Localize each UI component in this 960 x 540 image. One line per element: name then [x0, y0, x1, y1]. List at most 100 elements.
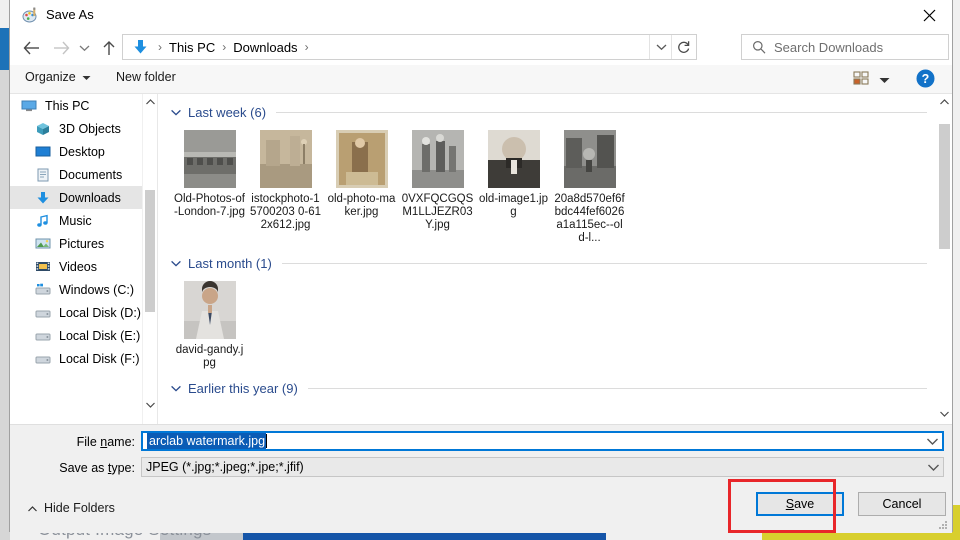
chevron-up-icon — [28, 501, 37, 515]
recent-locations-chevron-icon[interactable] — [74, 34, 94, 62]
file-group-header[interactable]: Last week (6) — [158, 100, 935, 124]
file-name-input[interactable]: arclab watermark.jpg — [141, 431, 944, 451]
refresh-icon[interactable] — [671, 35, 696, 59]
file-group-header[interactable]: Last month (1) — [158, 251, 935, 275]
organize-button[interactable]: Organize — [25, 70, 91, 84]
sidebar-item-local-disk-e[interactable]: Local Disk (E:) — [10, 324, 157, 347]
command-bar: Organize New folder ? — [10, 65, 952, 94]
music-note-icon — [34, 213, 52, 229]
sidebar-item-label: 3D Objects — [59, 121, 121, 136]
breadcrumb-separator-0: › — [158, 40, 162, 54]
sidebar-item-music[interactable]: Music — [10, 209, 157, 232]
file-item[interactable]: old-photo-maker.jpg — [324, 124, 399, 245]
chevron-down-icon — [82, 70, 91, 84]
sidebar-item-pictures[interactable]: Pictures — [10, 232, 157, 255]
file-group-label: Earlier this year (9) — [188, 380, 298, 396]
sidebar-item-desktop[interactable]: Desktop — [10, 140, 157, 163]
chevron-down-icon[interactable] — [171, 260, 181, 267]
search-input[interactable]: Search Downloads — [741, 34, 949, 60]
chevron-down-icon[interactable] — [171, 109, 181, 116]
dialog-title: Save As — [46, 7, 94, 22]
up-icon[interactable] — [96, 34, 122, 62]
sidebar-item-downloads[interactable]: Downloads — [10, 186, 157, 209]
file-thumbnail — [259, 130, 312, 188]
file-group-label: Last month (1) — [188, 255, 272, 271]
file-thumbnail — [183, 130, 236, 188]
resize-grip[interactable] — [937, 519, 949, 531]
save-as-dialog: Save As › This PC › Downloads › Search D… — [9, 0, 953, 533]
breadcrumb-item-this-pc[interactable]: This PC — [169, 40, 215, 55]
sidebar-item-local-disk-d[interactable]: Local Disk (D:) — [10, 301, 157, 324]
file-item[interactable]: 0VXFQCGQSM1LLJEZR03Y.jpg — [400, 124, 475, 245]
organize-label: Organize — [25, 70, 76, 84]
view-dropdown-chevron-icon[interactable] — [879, 73, 890, 87]
view-layout-icon[interactable] — [853, 70, 871, 88]
dialog-footer: Hide Folders Save Cancel — [10, 483, 952, 533]
chevron-down-icon[interactable] — [171, 385, 181, 392]
file-item[interactable]: david-gandy.jpg — [172, 275, 247, 370]
save-as-type-label: Save as type: — [59, 461, 135, 475]
sidebar-scroll-up-icon[interactable] — [143, 94, 157, 109]
document-icon — [34, 167, 52, 183]
breadcrumb-dropdown-icon[interactable] — [649, 35, 672, 59]
forward-icon — [48, 34, 74, 62]
search-icon — [752, 40, 766, 54]
sidebar-item-label: Videos — [59, 259, 97, 274]
file-name-label: File name: — [76, 435, 135, 449]
file-item[interactable]: 20a8d570ef6fbdc44fef6026a1a115ec--old-l.… — [552, 124, 627, 245]
back-icon[interactable] — [18, 34, 44, 62]
sidebar-item-this-pc[interactable]: This PC — [10, 94, 157, 117]
sidebar-item-label: Local Disk (E:) — [59, 328, 141, 343]
sidebar-scrollbar[interactable] — [142, 94, 157, 424]
downloads-arrow-icon — [129, 39, 151, 55]
breadcrumb[interactable]: › This PC › Downloads › — [122, 34, 697, 60]
sidebar-item-documents[interactable]: Documents — [10, 163, 157, 186]
file-form-area: File name: arclab watermark.jpg Save as … — [10, 424, 952, 483]
sidebar-item-windows-c[interactable]: Windows (C:) — [10, 278, 157, 301]
file-list-scrollbar[interactable] — [936, 94, 952, 424]
drive-icon — [34, 305, 52, 321]
dialog-body: This PC 3D Objects Desktop Documents Downloa… — [10, 94, 952, 424]
file-thumbnail — [183, 281, 236, 339]
file-name-dropdown-icon[interactable] — [927, 433, 938, 449]
file-name-label-text: david-gandy.jpg — [175, 344, 244, 369]
file-scroll-thumb[interactable] — [939, 124, 950, 249]
save-as-type-value: JPEG (*.jpg;*.jpeg;*.jpe;*.jfif) — [146, 460, 304, 474]
file-name-label-text: old-image1.jpg — [478, 193, 549, 218]
save-as-type-dropdown-icon[interactable] — [928, 458, 939, 476]
file-name-label-text: 0VXFQCGQSM1LLJEZR03Y.jpg — [401, 193, 474, 231]
save-button[interactable]: Save — [756, 492, 844, 516]
cancel-button[interactable]: Cancel — [858, 492, 946, 516]
group-divider — [307, 387, 927, 389]
file-name-label-text: 20a8d570ef6fbdc44fef6026a1a115ec--old-l.… — [554, 193, 625, 244]
file-scroll-down-icon[interactable] — [936, 406, 952, 422]
new-folder-button[interactable]: New folder — [116, 70, 176, 84]
downloads-arrow-icon — [34, 190, 52, 206]
hide-folders-button[interactable]: Hide Folders — [28, 501, 115, 515]
file-group-header[interactable]: Earlier this year (9) — [158, 376, 935, 400]
drive-icon — [34, 351, 52, 367]
file-item[interactable]: old-image1.jpg — [476, 124, 551, 245]
save-as-type-select[interactable]: JPEG (*.jpg;*.jpeg;*.jpe;*.jfif) — [141, 457, 944, 477]
sidebar-item-videos[interactable]: Videos — [10, 255, 157, 278]
sidebar-item-label: Music — [59, 213, 92, 228]
file-list-pane[interactable]: Last week (6) Old-Photos-of-London-7.jpg i… — [158, 94, 935, 424]
sidebar-scroll-thumb[interactable] — [145, 190, 155, 312]
file-scroll-up-icon[interactable] — [936, 94, 952, 110]
sidebar-item-3d-objects[interactable]: 3D Objects — [10, 117, 157, 140]
close-icon[interactable] — [906, 0, 952, 30]
sidebar-item-local-disk-f[interactable]: Local Disk (F:) — [10, 347, 157, 370]
file-item[interactable]: istockphoto-15700203 0-612x612.jpg — [248, 124, 323, 245]
sidebar-scroll-down-icon[interactable] — [143, 397, 157, 412]
file-name-label-text: Old-Photos-of-London-7.jpg — [174, 193, 245, 218]
sidebar-item-label: Local Disk (F:) — [59, 351, 140, 366]
video-icon — [34, 259, 52, 275]
sidebar-item-label: Documents — [59, 167, 123, 182]
search-placeholder: Search Downloads — [774, 39, 884, 55]
help-icon[interactable]: ? — [916, 69, 935, 88]
file-item[interactable]: Old-Photos-of-London-7.jpg — [172, 124, 247, 245]
file-row: david-gandy.jpg — [158, 275, 935, 370]
picture-icon — [34, 236, 52, 252]
new-folder-label: New folder — [116, 70, 176, 84]
breadcrumb-item-downloads[interactable]: Downloads — [233, 40, 297, 55]
